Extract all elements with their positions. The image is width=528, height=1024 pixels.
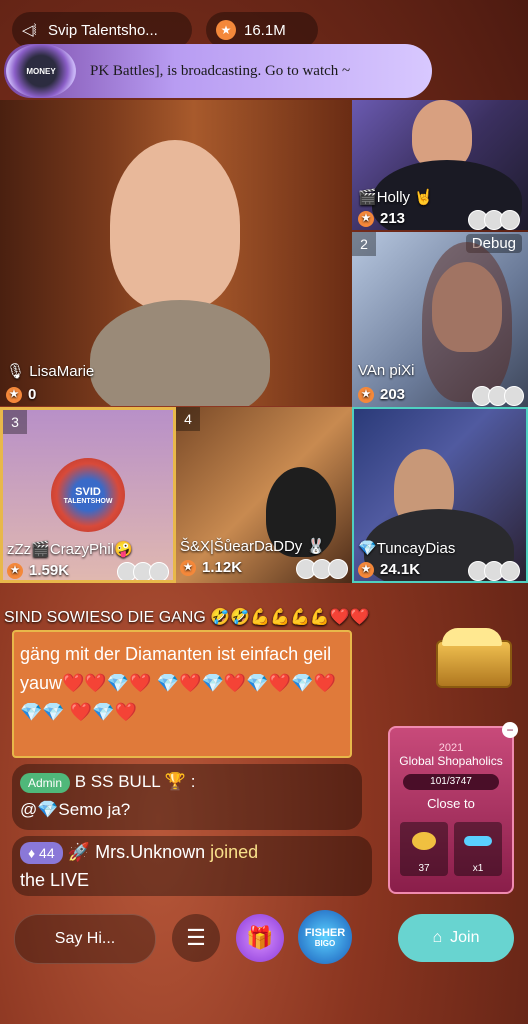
seat-score: ★ 0	[6, 386, 36, 403]
admin-colon: :	[190, 772, 196, 791]
seat-name: zZz🎬CrazyPhil🤪	[7, 541, 133, 558]
rocket-icon: 🚀	[67, 842, 91, 862]
video-seat-2[interactable]: 2 Debug VAn piXi ★ 203	[352, 232, 528, 408]
video-seat-holly[interactable]: 🎬Holly 🤘 ★ 213	[352, 100, 528, 230]
coin-icon: ★	[216, 20, 236, 40]
coin-icon: ★	[7, 562, 23, 579]
seat-name: 💎TuncayDias	[358, 540, 456, 557]
coin-icon: ★	[6, 386, 22, 403]
global-shopaholics-widget[interactable]: − 2021 Global Shopaholics 101/3747 Close…	[388, 722, 518, 894]
viewer-avatars[interactable]	[472, 386, 524, 406]
chat-message-join[interactable]: ♦ 44 🚀 Mrs.Unknown joined the LIVE	[12, 836, 372, 896]
broadcast-banner[interactable]: MONEY PK Battles], is broadcasting. Go t…	[4, 44, 432, 98]
coin-icon: ★	[358, 210, 374, 227]
video-seat-4[interactable]: 4 Š&X|ŠůearDaDDy 🐰 ★ 1.12K	[176, 407, 352, 583]
menu-icon[interactable]: ☰	[172, 914, 220, 962]
seat-name: Š&X|ŠůearDaDDy 🐰	[180, 538, 326, 555]
shop-title: Global Shopaholics	[399, 754, 503, 768]
streamer-face	[110, 140, 240, 310]
streamer-hair	[422, 242, 512, 402]
video-seat-main[interactable]: 🎙 LisaMarie ★ 0	[0, 100, 352, 406]
streamer-scarf	[90, 300, 270, 406]
close-icon[interactable]: −	[502, 722, 518, 738]
shop-tile-item[interactable]: x1	[454, 822, 502, 876]
gold-icon	[412, 832, 436, 850]
chat-message-highlight[interactable]: gäng mit der Diamanten ist einfach geil …	[12, 630, 352, 758]
seat-score: ★ 213	[358, 210, 405, 227]
viewer-avatars[interactable]	[117, 562, 169, 580]
viewer-avatars[interactable]	[296, 559, 348, 579]
say-hi-input[interactable]: Say Hi...	[14, 914, 156, 964]
seat-score: ★ 24.1K	[358, 561, 420, 578]
video-seat-tuncay[interactable]: 💎TuncayDias ★ 24.1K	[352, 407, 528, 583]
fisher-game-button[interactable]: FISHER BIGO	[298, 910, 352, 964]
level-badge: ♦ 44	[20, 842, 63, 865]
shop-progress: 101/3747	[403, 774, 499, 790]
shop-close-to: Close to	[427, 796, 475, 811]
room-name: Svip Talentsho...	[48, 21, 158, 39]
seat-name: VAn piXi	[358, 362, 415, 379]
join-text: joined	[210, 842, 259, 862]
item-icon	[464, 836, 492, 846]
seat-name: 🎙 LisaMarie	[6, 363, 95, 380]
join-username[interactable]: Mrs.Unknown	[95, 842, 205, 862]
speaker-icon: ◁⦚	[22, 22, 37, 39]
viewer-avatars[interactable]	[468, 210, 520, 230]
trophy-icon: 🏆	[164, 772, 187, 791]
seat-number: 2	[352, 232, 376, 256]
coin-icon: ★	[358, 386, 374, 403]
admin-message-text: @💎Semo ja?	[20, 800, 131, 819]
seat-name: 🎬Holly 🤘	[358, 189, 433, 206]
coin-icon: ★	[180, 559, 196, 576]
money-badge-icon: MONEY	[6, 44, 76, 98]
gift-icon[interactable]: 🎁	[236, 914, 284, 962]
seat-score: ★ 1.12K	[180, 559, 242, 576]
seat-number: 3	[3, 410, 27, 434]
coin-count-pill[interactable]: ★ 16.1M	[206, 12, 318, 48]
coin-count: 16.1M	[244, 21, 286, 39]
coin-icon: ★	[358, 561, 374, 578]
join-icon: ⌂	[432, 929, 443, 946]
admin-username[interactable]: B SS BULL	[75, 772, 160, 791]
admin-badge: Admin	[20, 772, 71, 793]
room-title-pill[interactable]: ◁⦚ Svip Talentsho...	[12, 12, 192, 48]
seat-number: 4	[176, 407, 200, 431]
banner-text: PK Battles], is broadcasting. Go to watc…	[90, 62, 351, 79]
seat-score: ★ 1.59K	[7, 562, 69, 579]
viewer-avatars[interactable]	[468, 561, 520, 581]
video-seat-3[interactable]: 3 SVID TALENTSHOW zZz🎬CrazyPhil🤪 ★ 1.59K	[0, 407, 176, 583]
chat-message-admin[interactable]: Admin B SS BULL 🏆 : @💎Semo ja?	[12, 764, 362, 830]
join-button[interactable]: ⌂ Join	[398, 914, 514, 962]
shop-tile-gold[interactable]: 37	[400, 822, 448, 876]
join-text-live: the LIVE	[20, 870, 90, 890]
treasure-chest-icon[interactable]	[428, 622, 516, 694]
seat-score: ★ 203	[358, 386, 405, 403]
svid-talentshow-logo: SVID TALENTSHOW	[51, 458, 125, 532]
shop-year: 2021	[438, 742, 464, 754]
